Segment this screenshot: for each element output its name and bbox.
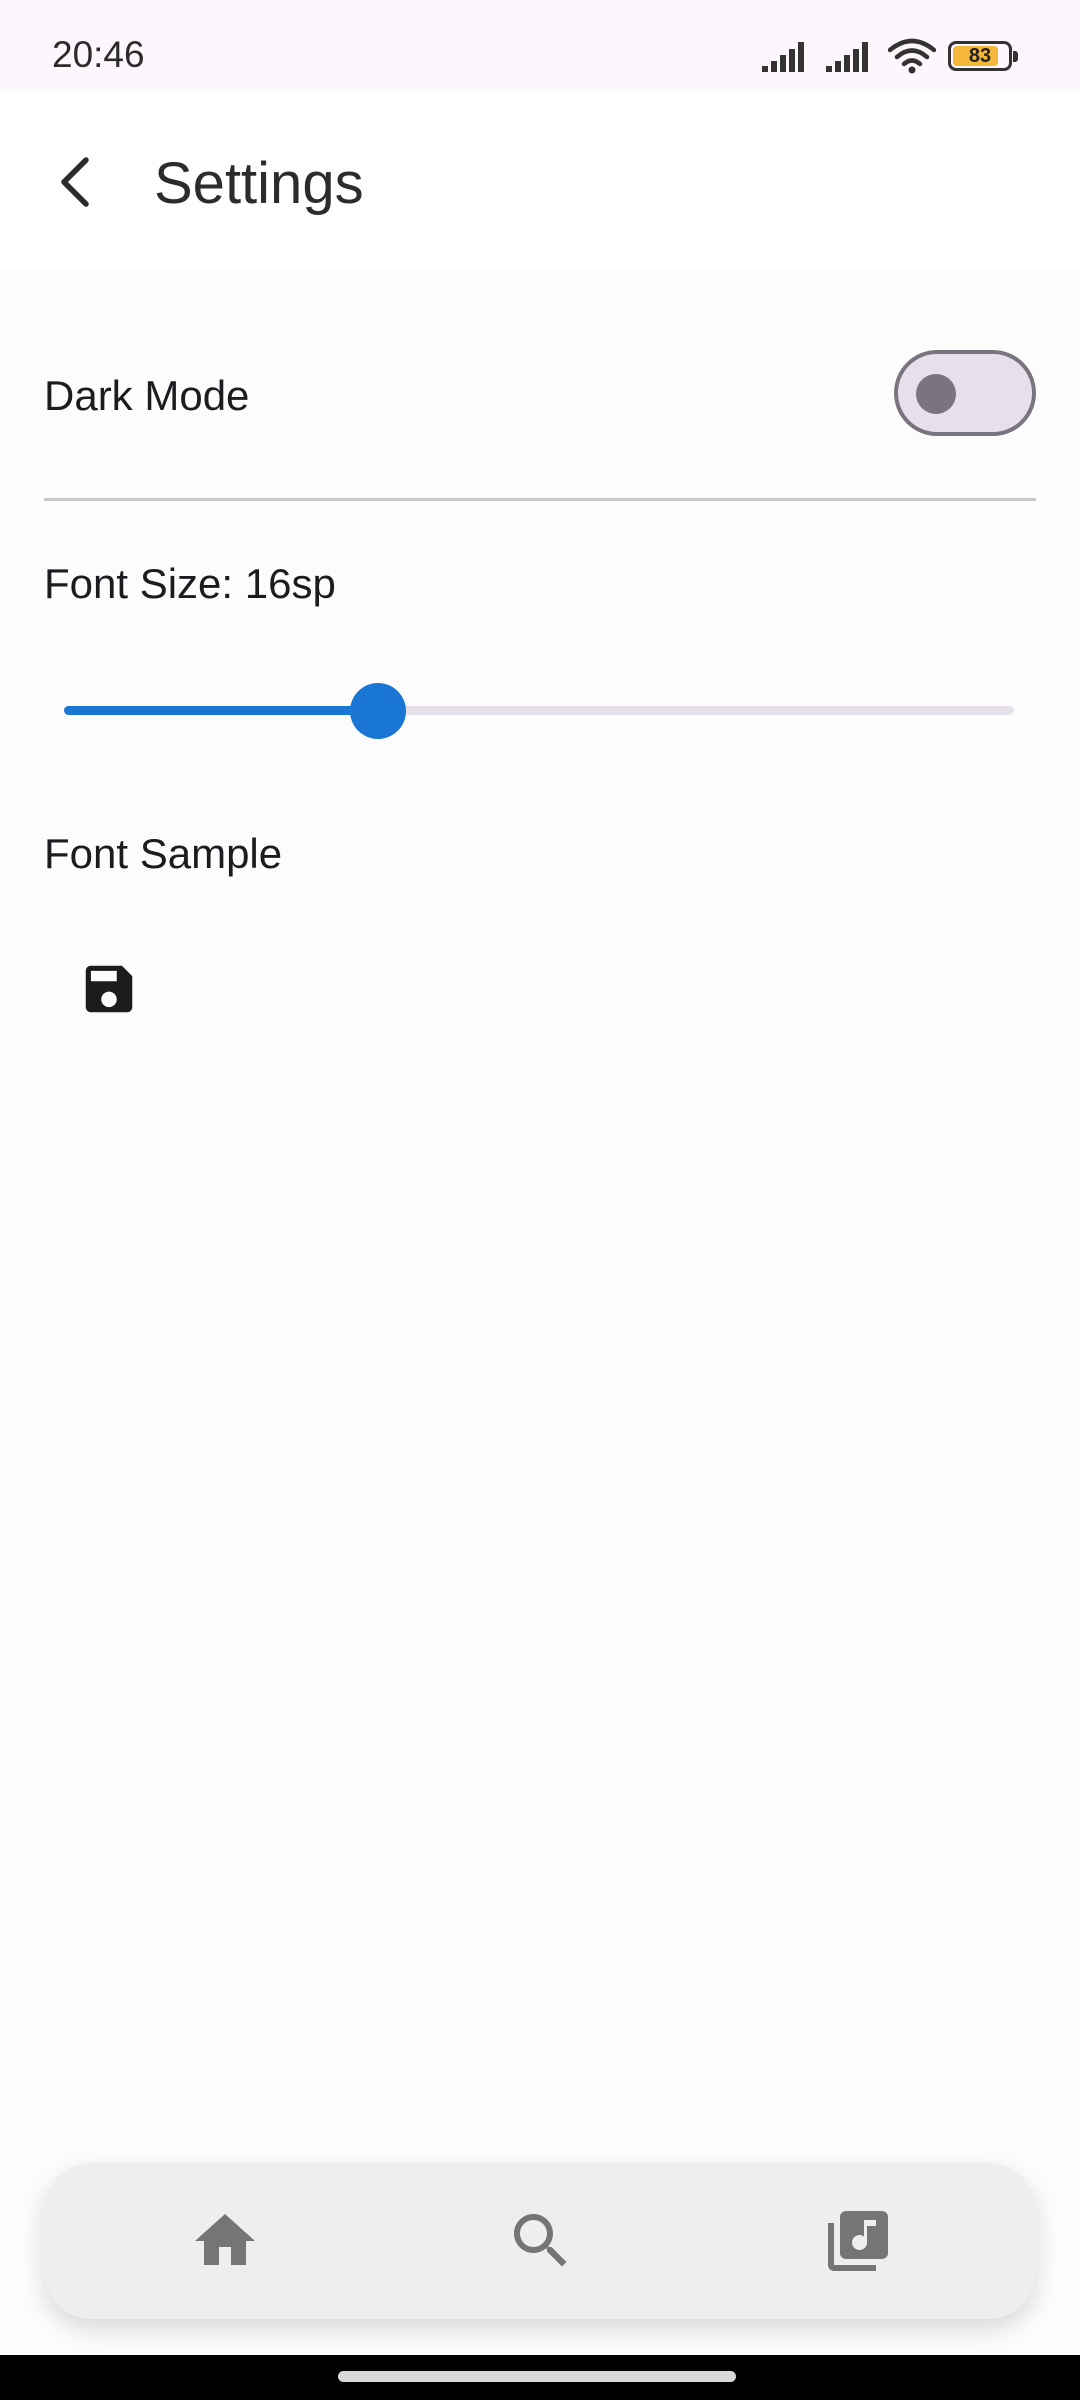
gesture-handle[interactable] [338,2371,736,2382]
font-size-label: Font Size: 16sp [44,560,336,607]
dark-mode-switch[interactable] [894,350,1036,436]
status-bar: 20:46 83 [0,0,1080,90]
font-size-slider[interactable] [64,680,1014,740]
home-icon [195,2214,255,2265]
signal-icon [762,42,804,72]
status-time: 20:46 [52,34,145,75]
slider-active-track [64,706,378,715]
page-title: Settings [154,151,364,216]
dark-mode-label: Dark Mode [44,372,250,419]
back-button[interactable] [44,148,112,216]
nav-search[interactable] [505,2205,577,2277]
slider-thumb[interactable] [349,683,406,739]
battery-icon: 83 [948,41,1018,71]
search-icon [514,2214,567,2267]
save-icon [85,965,133,1013]
font-sample-label: Font Sample [44,830,283,877]
app-bar: Settings [0,90,1080,270]
library-music-icon [828,2211,888,2271]
save-button[interactable] [78,958,140,1020]
arrow-back-icon [61,157,89,207]
gesture-area [0,2355,1080,2400]
bottom-navigation [44,2163,1036,2319]
divider [44,498,1036,501]
nav-library[interactable] [822,2205,894,2277]
nav-home[interactable] [189,2205,261,2277]
signal-icon [826,42,868,72]
wifi-icon [888,38,936,74]
battery-level: 83 [968,44,992,67]
dark-mode-row: Dark Mode [44,350,1036,450]
status-icons: 83 [760,34,1018,78]
switch-thumb [916,374,956,414]
